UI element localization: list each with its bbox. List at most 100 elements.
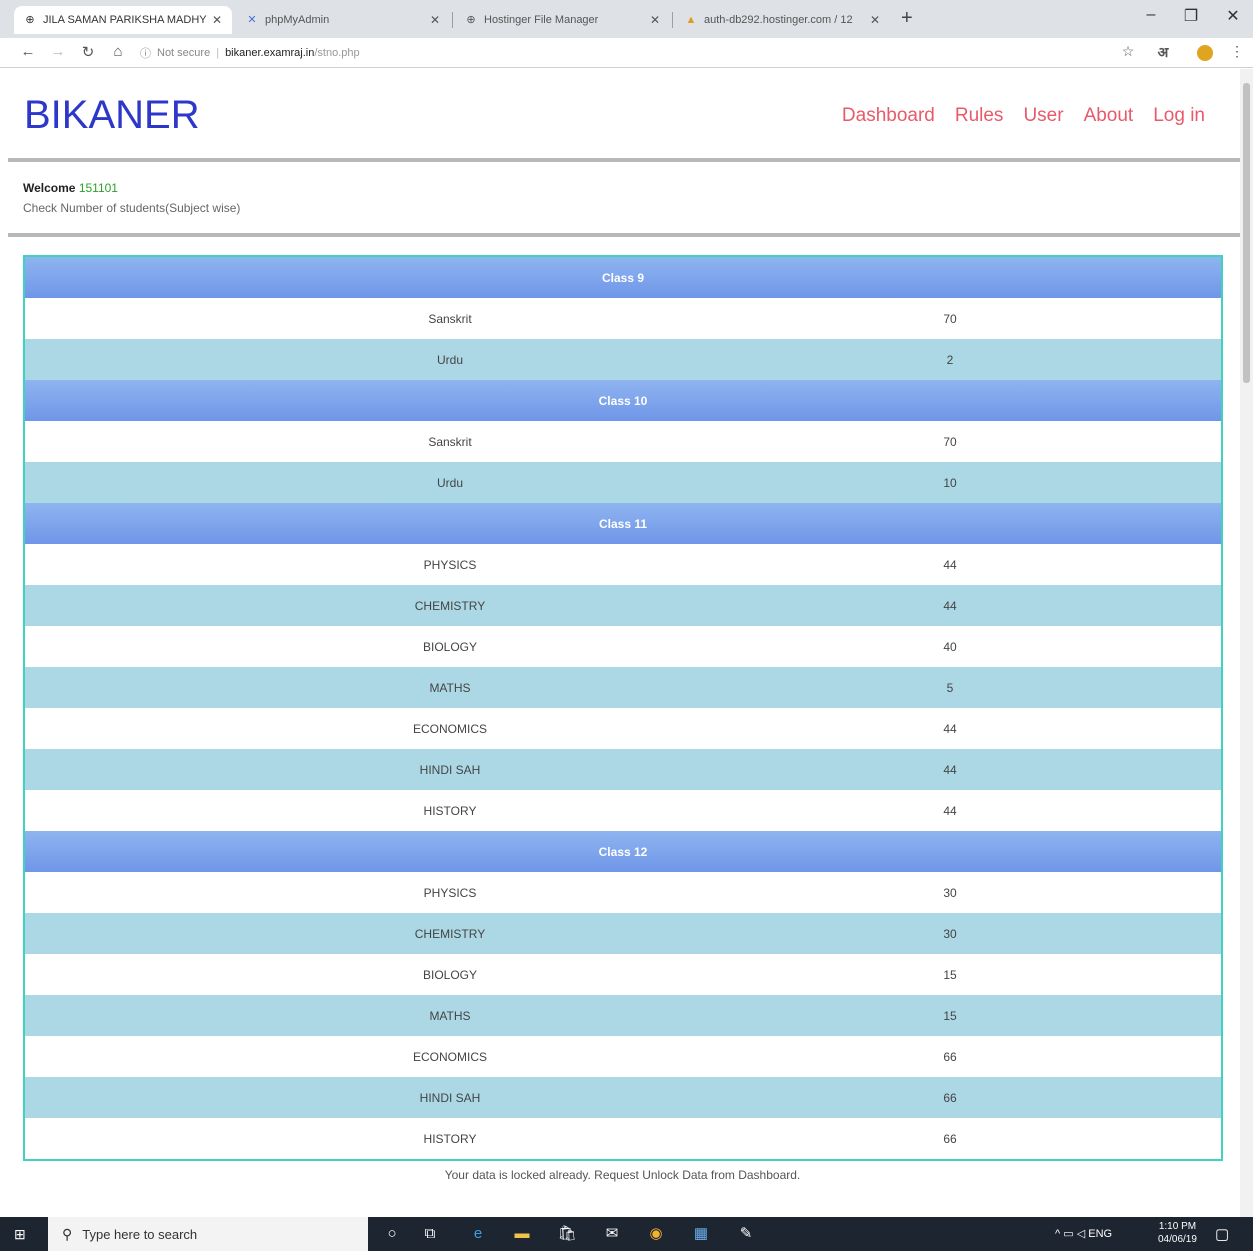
subject-cell: PHYSICS bbox=[423, 557, 477, 572]
url-path: /stno.php bbox=[314, 47, 360, 59]
taskbar-clock[interactable]: 1:10 PM 04/06/19 bbox=[1158, 1220, 1197, 1246]
forward-icon[interactable]: → bbox=[48, 43, 68, 60]
chevron-up-icon[interactable]: ^ bbox=[1055, 1228, 1060, 1240]
menu-icon[interactable]: ⋮ bbox=[1226, 43, 1248, 60]
table-row: ECONOMICS 66 bbox=[25, 1036, 1221, 1077]
subject-cell: HISTORY bbox=[423, 803, 477, 818]
profile-avatar[interactable] bbox=[1197, 45, 1213, 61]
star-icon[interactable]: ☆ bbox=[1117, 43, 1139, 60]
count-cell: 66 bbox=[943, 1090, 957, 1105]
window-close-icon[interactable]: ✕ bbox=[1218, 6, 1248, 26]
network-icon[interactable]: ▭ bbox=[1063, 1228, 1073, 1240]
subject-cell: MATHS bbox=[429, 680, 471, 695]
user-id: 151101 bbox=[78, 181, 118, 195]
table-row: BIOLOGY 40 bbox=[25, 626, 1221, 667]
volume-icon[interactable]: ◁ bbox=[1077, 1228, 1085, 1240]
subject-cell: ECONOMICS bbox=[412, 721, 487, 736]
count-cell: 40 bbox=[943, 639, 957, 654]
site-brand[interactable]: BIKANER bbox=[24, 93, 200, 138]
class-header-row: Class 10 bbox=[25, 380, 1221, 421]
subject-cell: Sanskrit bbox=[428, 434, 472, 449]
tab-hostinger-file-manager[interactable]: ⊕ Hostinger File Manager ✕ bbox=[455, 6, 670, 34]
store-icon[interactable]: 🛍 bbox=[556, 1224, 578, 1244]
subject-cell: Urdu bbox=[436, 475, 463, 490]
close-icon[interactable]: ✕ bbox=[212, 13, 222, 27]
subject-cell: CHEMISTRY bbox=[414, 926, 486, 941]
system-tray[interactable]: ^ ▭ ◁ ENG bbox=[1055, 1227, 1112, 1240]
subject-cell: CHEMISTRY bbox=[414, 598, 486, 613]
tab-jila-saman[interactable]: ⊕ JILA SAMAN PARIKSHA MADHY ✕ bbox=[14, 6, 232, 34]
scrollbar-thumb[interactable] bbox=[1243, 83, 1250, 383]
home-icon[interactable]: ⌂ bbox=[108, 43, 128, 60]
info-icon[interactable]: ⓘ bbox=[140, 45, 151, 61]
table-row: BIOLOGY 15 bbox=[25, 954, 1221, 995]
subject-cell: ECONOMICS bbox=[412, 1049, 487, 1064]
table-row: MATHS 5 bbox=[25, 667, 1221, 708]
clock-date: 04/06/19 bbox=[1158, 1234, 1197, 1245]
file-explorer-icon[interactable]: ▬ bbox=[511, 1224, 533, 1244]
task-view-icon[interactable]: ⧉ bbox=[419, 1224, 441, 1244]
url-host: bikaner.examraj.in bbox=[225, 47, 315, 59]
edge-icon[interactable]: e bbox=[467, 1224, 489, 1244]
clock-time: 1:10 PM bbox=[1158, 1221, 1197, 1232]
page-subtitle: Check Number of students(Subject wise) bbox=[23, 201, 241, 215]
tab-phpmyadmin[interactable]: ✕ phpMyAdmin ✕ bbox=[236, 6, 450, 34]
divider bbox=[8, 158, 1240, 162]
class-header-label: Class 9 bbox=[601, 270, 645, 285]
cortana-icon[interactable]: ○ bbox=[381, 1224, 403, 1244]
address-bar: ← → ↻ ⌂ ⓘ Not secure | bikaner.examraj.i… bbox=[0, 38, 1253, 68]
notification-icon[interactable]: ▢ bbox=[1215, 1225, 1229, 1243]
app-icon[interactable]: ▦ bbox=[690, 1224, 712, 1244]
count-cell: 10 bbox=[943, 475, 957, 490]
tab-title: JILA SAMAN PARIKSHA MADHY bbox=[43, 14, 207, 26]
url-field[interactable]: ⓘ Not secure | bikaner.examraj.in /stno.… bbox=[140, 41, 1110, 65]
table-row: HINDI SAH 66 bbox=[25, 1077, 1221, 1118]
class-header-row: Class 11 bbox=[25, 503, 1221, 544]
count-cell: 15 bbox=[943, 967, 957, 982]
nav-about[interactable]: About bbox=[1084, 105, 1134, 127]
reload-icon[interactable]: ↻ bbox=[78, 43, 98, 61]
subject-cell: HISTORY bbox=[423, 1131, 477, 1146]
new-tab-icon[interactable]: + bbox=[901, 7, 913, 30]
subject-cell: Urdu bbox=[436, 352, 463, 367]
taskbar-search-box[interactable]: ⚲ Type here to search bbox=[48, 1217, 368, 1251]
windows-start-icon[interactable]: ⊞ bbox=[14, 1226, 30, 1242]
nav-login[interactable]: Log in bbox=[1153, 105, 1205, 127]
table-row: HISTORY 44 bbox=[25, 790, 1221, 831]
table-row: Sanskrit 70 bbox=[25, 298, 1221, 339]
subject-cell: BIOLOGY bbox=[422, 967, 478, 982]
count-cell: 44 bbox=[943, 721, 957, 736]
count-cell: 44 bbox=[943, 598, 957, 613]
close-icon[interactable]: ✕ bbox=[430, 13, 440, 27]
table-row: HISTORY 66 bbox=[25, 1118, 1221, 1159]
count-cell: 44 bbox=[943, 803, 957, 818]
count-cell: 44 bbox=[943, 557, 957, 572]
mail-icon[interactable]: ✉ bbox=[601, 1224, 623, 1244]
database-icon: ▲ bbox=[685, 14, 697, 26]
language-indicator[interactable]: ENG bbox=[1088, 1228, 1112, 1240]
table-row: Sanskrit 70 bbox=[25, 421, 1221, 462]
back-icon[interactable]: ← bbox=[18, 43, 38, 60]
tab-title: auth-db292.hostinger.com / 12 bbox=[704, 14, 853, 26]
subject-cell: HINDI SAH bbox=[419, 762, 481, 777]
tab-title: Hostinger File Manager bbox=[484, 14, 599, 26]
chrome-icon[interactable]: ◉ bbox=[645, 1224, 667, 1244]
tab-auth-db[interactable]: ▲ auth-db292.hostinger.com / 12 ✕ bbox=[675, 6, 890, 34]
maximize-icon[interactable]: ❐ bbox=[1176, 6, 1206, 26]
table-row: MATHS 15 bbox=[25, 995, 1221, 1036]
translate-icon[interactable]: अ bbox=[1152, 43, 1174, 62]
page-scrollbar[interactable] bbox=[1240, 69, 1253, 1217]
class-header-row: Class 12 bbox=[25, 831, 1221, 872]
minimize-icon[interactable]: – bbox=[1136, 6, 1166, 24]
close-icon[interactable]: ✕ bbox=[650, 13, 660, 27]
count-cell: 66 bbox=[943, 1131, 957, 1146]
close-icon[interactable]: ✕ bbox=[870, 13, 880, 27]
paint-icon[interactable]: ✎ bbox=[735, 1224, 757, 1244]
count-cell: 2 bbox=[946, 352, 954, 367]
nav-user[interactable]: User bbox=[1023, 105, 1063, 127]
nav-rules[interactable]: Rules bbox=[955, 105, 1004, 127]
windows-taskbar: ⊞ ⚲ Type here to search ○ ⧉ e ▬ 🛍 ✉ ◉ ▦ … bbox=[0, 1217, 1253, 1251]
nav-dashboard[interactable]: Dashboard bbox=[842, 105, 935, 127]
count-cell: 70 bbox=[943, 311, 957, 326]
count-cell: 44 bbox=[943, 762, 957, 777]
